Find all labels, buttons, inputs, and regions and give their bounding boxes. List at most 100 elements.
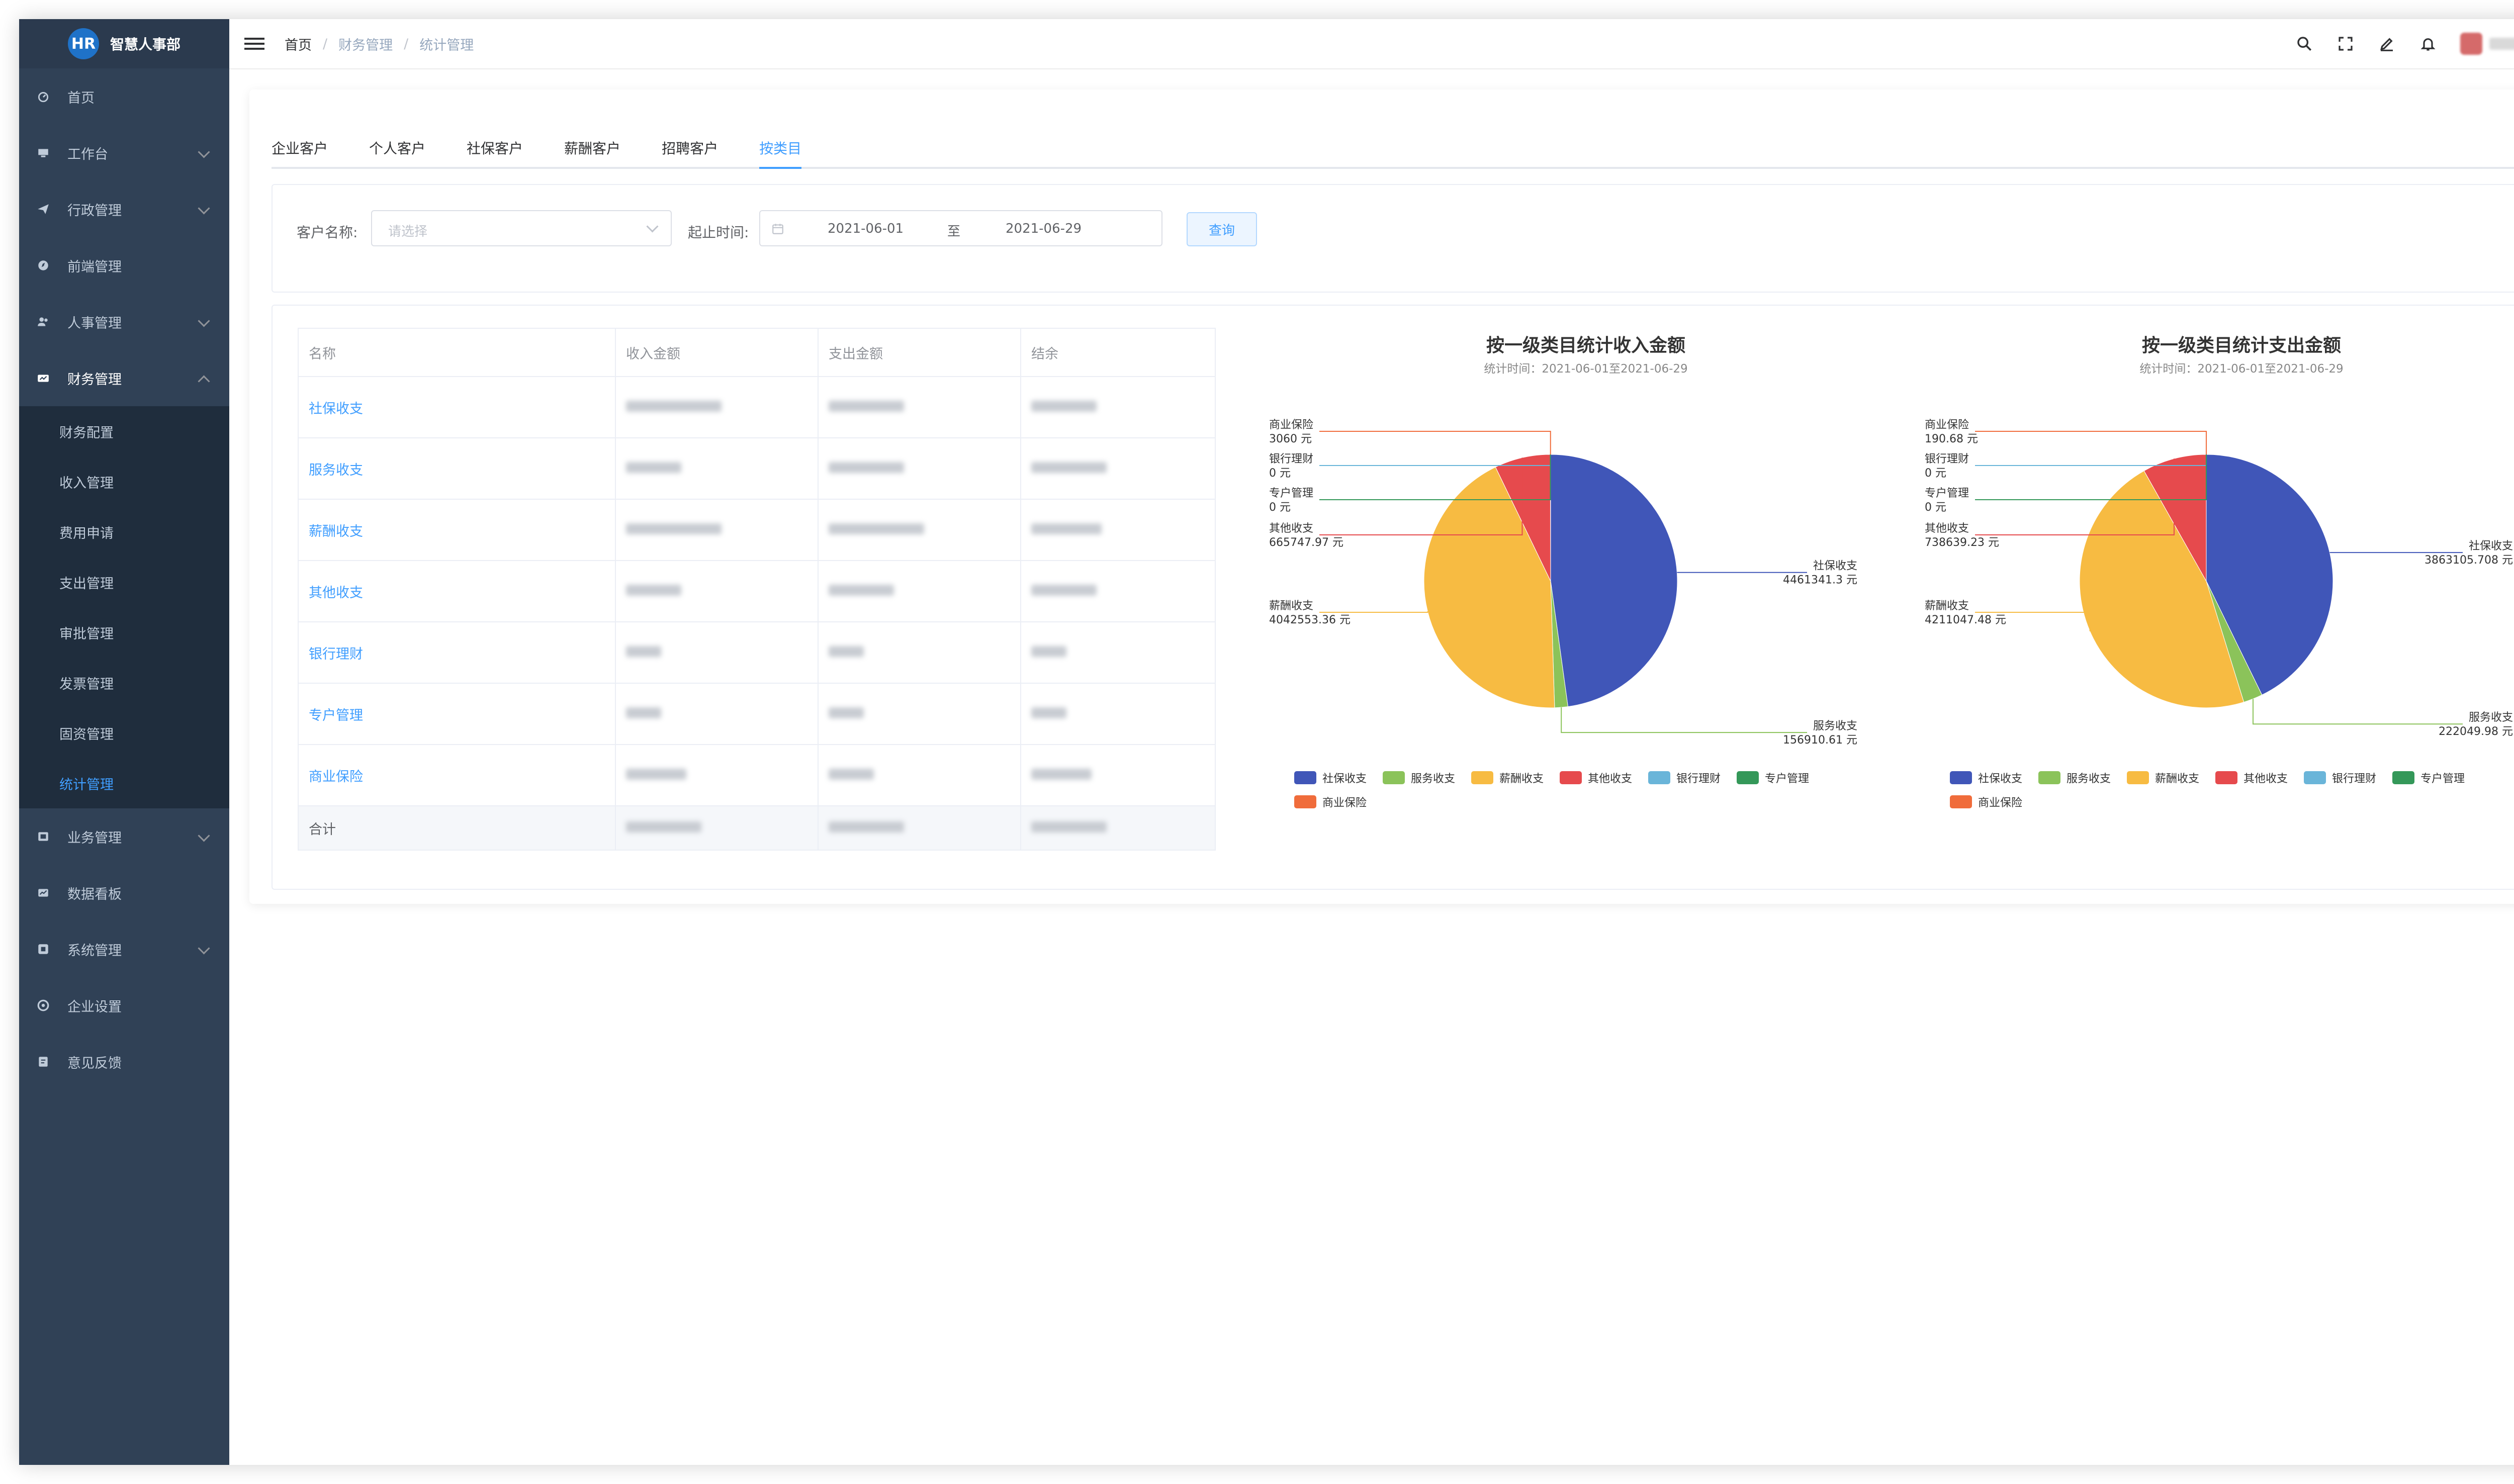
legend-label: 薪酬收支 [2155,773,2199,785]
pie-slice-社保收支[interactable] [1550,454,1678,707]
legend-swatch [2215,771,2237,784]
legend-swatch [2392,771,2414,784]
legend-item[interactable]: 社保收支 [1950,771,2022,785]
logo[interactable]: HR 智慧人事部 [19,19,229,68]
sidebar-item-10[interactable]: 意见反馈 [19,1034,229,1090]
sidebar-item-5[interactable]: 财务管理 [19,350,229,406]
sidebar-item-label: 首页 [67,90,95,106]
table-row: 社保收支 [298,376,1216,438]
sidebar-item-6[interactable]: 业务管理 [19,808,229,865]
money-icon [36,371,50,385]
sidebar-item-9[interactable]: 企业设置 [19,977,229,1034]
breadcrumb: 首页 / 财务管理 / 统计管理 [285,34,474,54]
category-link[interactable]: 商业保险 [298,744,616,806]
customer-select[interactable]: 请选择 [371,210,672,246]
legend-label: 服务收支 [1411,773,1455,785]
submenu-item-3[interactable]: 支出管理 [19,557,229,607]
total-label: 合计 [298,805,616,851]
submenu-item-0[interactable]: 财务配置 [19,406,229,456]
system-icon [36,942,50,956]
bell-icon[interactable] [2419,35,2437,53]
legend-item[interactable]: 专户管理 [2392,771,2465,785]
submenu-item-1[interactable]: 收入管理 [19,456,229,507]
label-leader-line [1975,431,2207,454]
legend-item[interactable]: 专户管理 [1737,771,1809,785]
search-icon[interactable] [2295,35,2313,53]
submenu-item-5[interactable]: 发票管理 [19,658,229,708]
legend-item[interactable]: 服务收支 [2038,771,2111,785]
submenu-item-4[interactable]: 审批管理 [19,607,229,658]
legend-swatch [2127,771,2149,784]
redacted-amount [1020,560,1216,622]
category-link[interactable]: 服务收支 [298,437,616,500]
user-menu[interactable]: ▾ [2460,33,2514,55]
sidebar-item-1[interactable]: 工作台 [19,125,229,181]
category-link[interactable]: 薪酬收支 [298,499,616,561]
sidebar-item-7[interactable]: 数据看板 [19,865,229,921]
slice-label-name: 商业保险 [1925,419,1969,431]
legend-item[interactable]: 商业保险 [1950,795,2022,809]
sidebar-item-label: 系统管理 [67,943,122,959]
slice-label-name: 专户管理 [1925,487,1969,500]
sidebar-item-3[interactable]: 前端管理 [19,237,229,294]
slice-label-value: 738639.23 元 [1925,536,1999,549]
slice-label-value: 156910.61 元 [1783,734,1857,747]
tab-5[interactable]: 按类目 [759,137,802,169]
legend-item[interactable]: 银行理财 [2304,771,2376,785]
legend-item[interactable]: 银行理财 [1648,771,1721,785]
legend-item[interactable]: 薪酬收支 [2127,771,2199,785]
finance-submenu: 财务配置 收入管理 费用申请 支出管理 审批管理 发票管理 固资管理 统计管理 [19,406,229,808]
category-link[interactable]: 其他收支 [298,560,616,622]
sidebar-item-4[interactable]: 人事管理 [19,294,229,350]
table-row: 商业保险 [298,744,1216,806]
navbar: 首页 / 财务管理 / 统计管理 [229,19,2514,69]
end-date-input[interactable]: 2021-06-29 [1006,221,1082,236]
customer-name-label: 客户名称: [297,224,358,241]
app-title: 智慧人事部 [110,36,181,53]
slice-label-name: 服务收支 [1813,720,1857,732]
table-total-row: 合计 [298,805,1216,851]
submenu-item-6[interactable]: 固资管理 [19,708,229,758]
sidebar-item-2[interactable]: 行政管理 [19,181,229,237]
legend-item[interactable]: 薪酬收支 [1471,771,1544,785]
redacted-amount [615,805,819,851]
legend-item[interactable]: 服务收支 [1383,771,1455,785]
tab-0[interactable]: 企业客户 [272,137,328,167]
page-container: 企业客户 个人客户 社保客户 薪酬客户 招聘客户 按类目 客户名称: 请选择 起止时间: … [249,89,2514,904]
sidebar-item-8[interactable]: 系统管理 [19,921,229,977]
category-link[interactable]: 专户管理 [298,683,616,745]
tab-3[interactable]: 薪酬客户 [564,137,620,167]
date-range-picker[interactable]: 2021-06-01 至 2021-06-29 [759,210,1162,246]
app-window: HR 智慧人事部 首页 工作台 行政管理 前端管理 人事管理 财务管理 财务配置 收入管理 费用… [19,19,2514,1465]
legend-item[interactable]: 社保收支 [1294,771,1367,785]
sidebar-item-label: 财务管理 [67,372,122,388]
tab-2[interactable]: 社保客户 [467,137,523,167]
slice-label-name: 其他收支 [1269,522,1313,535]
submenu-item-7[interactable]: 统计管理 [19,758,229,808]
breadcrumb-home[interactable]: 首页 [285,34,312,54]
sidebar-item-0[interactable]: 首页 [19,68,229,125]
legend-swatch [1294,795,1316,808]
category-link[interactable]: 银行理财 [298,621,616,684]
category-link[interactable]: 社保收支 [298,376,616,438]
legend-label: 其他收支 [1588,773,1632,785]
tab-1[interactable]: 个人客户 [369,137,425,167]
table-row: 其他收支 [298,560,1216,622]
breadcrumb-finance[interactable]: 财务管理 [338,34,393,54]
start-date-input[interactable]: 2021-06-01 [828,221,904,236]
table-row: 银行理财 [298,621,1216,684]
tab-4[interactable]: 招聘客户 [662,137,718,167]
pie-svg: 社保收支3863105.708 元服务收支222049.98 元薪酬收支4211… [1925,419,2513,809]
legend-item[interactable]: 其他收支 [1560,771,1632,785]
edit-icon[interactable] [2378,35,2396,53]
submenu-item-2[interactable]: 费用申请 [19,507,229,557]
hamburger-icon[interactable] [244,34,264,54]
legend-item[interactable]: 商业保险 [1294,795,1367,809]
username-redacted [2489,38,2514,50]
table-header-row: 名称 收入金额 支出金额 结余 [298,328,1216,377]
chevron-down-icon [198,942,210,955]
query-button[interactable]: 查询 [1187,212,1257,246]
redacted-amount [615,683,819,745]
fullscreen-icon[interactable] [2337,35,2355,53]
legend-item[interactable]: 其他收支 [2215,771,2288,785]
